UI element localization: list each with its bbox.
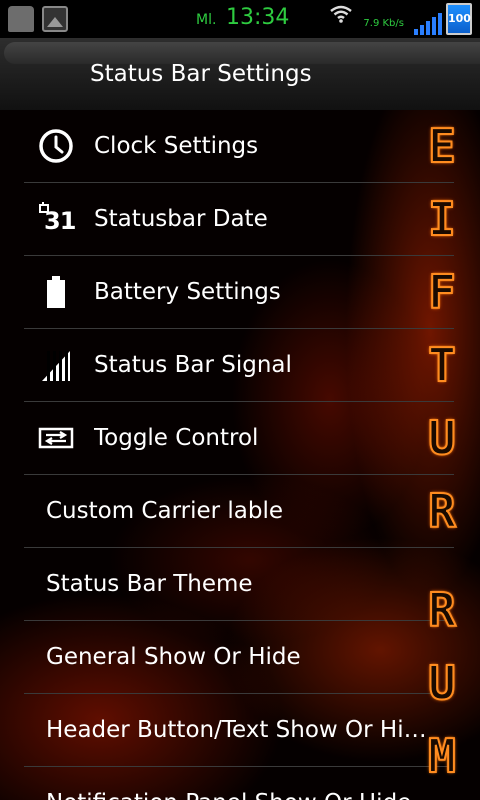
menu-item-label: Header Button/Text Show Or Hide (46, 717, 431, 743)
deco-letter: M (427, 728, 457, 784)
menu-item-statusbar-date[interactable]: 31 Statusbar Date (24, 183, 454, 256)
clock: 13:34 (226, 5, 290, 30)
image-icon (42, 6, 68, 32)
menu-item-label: Custom Carrier lable (46, 498, 284, 524)
settings-list: Clock Settings 31 Statusbar Date Battery… (24, 110, 454, 800)
menu-item-label: Status Bar Signal (94, 352, 292, 378)
menu-item-status-bar-signal[interactable]: Status Bar Signal (24, 329, 454, 402)
deco-letter: I (427, 191, 457, 247)
notification-icons (8, 6, 68, 32)
decorative-letters-upper: E I F T U R (418, 118, 468, 556)
carrier-label: Ml. (196, 12, 217, 28)
clock-icon (38, 128, 74, 164)
status-bar: Ml. 13:34 7.9 Kb/s 100 (0, 0, 480, 38)
status-icons: 100 (330, 3, 472, 35)
decorative-letters-lower: R U M (418, 582, 468, 800)
battery-icon (38, 274, 74, 310)
menu-item-custom-carrier-label[interactable]: Custom Carrier lable (24, 475, 454, 548)
deco-letter: E (427, 118, 457, 174)
deco-letter: R (427, 582, 457, 638)
menu-item-general-show-or-hide[interactable]: General Show Or Hide (24, 621, 454, 694)
menu-item-clock-settings[interactable]: Clock Settings (24, 110, 454, 183)
shopping-bag-icon (8, 6, 34, 32)
menu-item-label: Status Bar Theme (46, 571, 253, 597)
battery-indicator: 100 (446, 3, 472, 35)
menu-item-status-bar-theme[interactable]: Status Bar Theme (24, 548, 454, 621)
menu-item-label: Notification Panel Show Or Hide (46, 790, 411, 800)
deco-letter: F (427, 264, 457, 320)
deco-letter: U (427, 655, 457, 711)
calendar-31-icon: 31 (38, 201, 76, 237)
menu-item-notification-panel[interactable]: Notification Panel Show Or Hide (24, 767, 454, 800)
menu-item-label: Battery Settings (94, 279, 281, 305)
menu-item-toggle-control[interactable]: Toggle Control (24, 402, 454, 475)
deco-letter: R (427, 483, 457, 539)
signal-bars-icon (38, 347, 74, 383)
menu-item-battery-settings[interactable]: Battery Settings (24, 256, 454, 329)
toggle-arrows-icon (38, 420, 74, 456)
deco-letter: T (427, 337, 457, 393)
cell-signal-icon (414, 11, 442, 35)
deco-letter: U (427, 410, 457, 466)
menu-item-label: Statusbar Date (94, 206, 268, 232)
menu-item-label: General Show Or Hide (46, 644, 301, 670)
title-bar: Status Bar Settings (0, 38, 480, 110)
menu-item-label: Clock Settings (94, 133, 259, 159)
menu-item-header-button-text[interactable]: Header Button/Text Show Or Hide (24, 694, 454, 767)
page-title: Status Bar Settings (90, 61, 312, 87)
wifi-icon (330, 5, 352, 23)
menu-item-label: Toggle Control (94, 425, 259, 451)
screen: Ml. 13:34 7.9 Kb/s 100 Status Bar Settin… (0, 0, 480, 800)
calendar-day-number: 31 (44, 207, 76, 235)
